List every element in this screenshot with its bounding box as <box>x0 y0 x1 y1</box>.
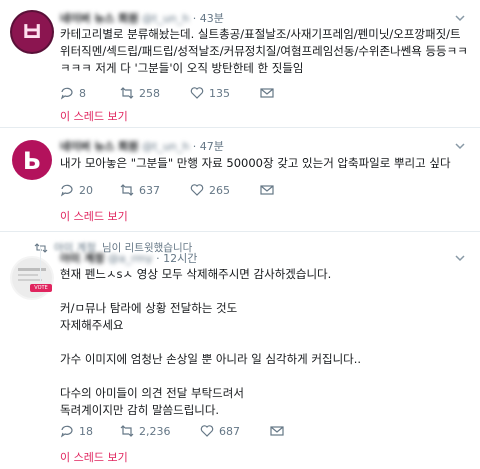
mail-icon <box>260 88 274 98</box>
user-name[interactable]: 네이버 뉴스 회원 <box>60 12 139 25</box>
timestamp[interactable]: · 47분 <box>193 140 224 153</box>
tweet-3[interactable]: 아미 계정 님이 리트윗했습니다 아미 계정 @a_rmy · 12시간 현재 … <box>0 232 480 469</box>
retweet-icon <box>120 87 134 99</box>
heart-icon <box>200 425 214 437</box>
reply-button[interactable]: 20 <box>60 183 93 197</box>
tweet-header: 네이버 뉴스 회원 @t_un_h · 43분 <box>60 10 224 26</box>
retweet-button[interactable]: 2,236 <box>120 424 171 438</box>
like-count: 265 <box>209 183 230 197</box>
heart-icon <box>190 184 204 196</box>
tweet-actions: 18 2,236 687 <box>60 424 360 440</box>
chevron-down-icon[interactable] <box>454 140 466 152</box>
tweet-text: 카테고리별로 분류해놨는데. 실트총공/표절날조/사재기프레임/펜미닛/오프깡패… <box>60 27 468 75</box>
like-count: 687 <box>219 424 240 438</box>
user-handle: @t_un_h <box>142 140 190 153</box>
retweet-button[interactable]: 637 <box>120 183 160 197</box>
retweet-button[interactable]: 258 <box>120 86 160 100</box>
reply-icon <box>60 87 73 100</box>
show-thread-link[interactable]: 이 스레드 보기 <box>60 449 128 465</box>
reply-icon <box>60 425 73 438</box>
chevron-down-icon[interactable] <box>454 252 466 264</box>
avatar[interactable] <box>10 256 54 300</box>
show-thread-link[interactable]: 이 스레드 보기 <box>60 208 128 224</box>
user-name[interactable]: 아미 계정 <box>60 252 104 265</box>
dm-button[interactable] <box>260 183 274 197</box>
user-handle: @t_un_h <box>142 12 190 25</box>
user-handle: @a_rmy <box>107 252 153 265</box>
tweet-header: 아미 계정 @a_rmy · 12시간 <box>60 250 197 266</box>
svg-text:ㅂ: ㅂ <box>20 18 44 48</box>
avatar[interactable]: Ь <box>10 138 54 182</box>
dm-button[interactable] <box>260 86 274 100</box>
tweet-1[interactable]: ㅂ 네이버 뉴스 회원 @t_un_h · 43분 카테고리별로 분류해놨는데.… <box>0 0 480 128</box>
reply-count: 8 <box>79 86 86 100</box>
user-name[interactable]: 네이버 뉴스 회원 <box>60 140 139 153</box>
retweet-count: 637 <box>139 183 160 197</box>
reply-button[interactable]: 8 <box>60 86 86 100</box>
like-count: 135 <box>209 86 230 100</box>
show-thread-link[interactable]: 이 스레드 보기 <box>60 108 128 124</box>
tweet-actions: 8 258 135 <box>60 86 360 102</box>
reply-count: 18 <box>79 424 93 438</box>
avatar[interactable]: ㅂ <box>10 10 54 54</box>
tweet-text: 현재 펜느ㅅsㅅ 영상 모두 삭제해주시면 감사하겠습니다. 커/ㅁ뮤나 탐라에… <box>60 267 362 417</box>
reply-button[interactable]: 18 <box>60 424 93 438</box>
timestamp[interactable]: · 43분 <box>193 12 224 25</box>
heart-icon <box>190 87 204 99</box>
tweet-text: 내가 모아놓은 "그분들" 만행 자료 50000장 갖고 있는거 압축파일로 … <box>60 156 451 170</box>
retweet-icon <box>120 184 134 196</box>
like-button[interactable]: 687 <box>200 424 240 438</box>
reply-icon <box>60 184 73 197</box>
mail-icon <box>270 426 284 436</box>
reply-count: 20 <box>79 183 93 197</box>
svg-text:Ь: Ь <box>23 147 41 175</box>
like-button[interactable]: 135 <box>190 86 230 100</box>
mail-icon <box>260 185 274 195</box>
chevron-down-icon[interactable] <box>454 12 466 24</box>
retweet-icon <box>34 242 48 253</box>
tweet-actions: 20 637 265 <box>60 183 360 199</box>
thread-connector <box>40 247 41 287</box>
dm-button[interactable] <box>270 424 284 438</box>
retweet-count: 2,236 <box>139 424 171 438</box>
tweet-2[interactable]: Ь 네이버 뉴스 회원 @t_un_h · 47분 내가 모아놓은 "그분들" … <box>0 128 480 232</box>
retweet-count: 258 <box>139 86 160 100</box>
timestamp[interactable]: · 12시간 <box>156 252 197 265</box>
tweet-header: 네이버 뉴스 회원 @t_un_h · 47분 <box>60 138 224 154</box>
like-button[interactable]: 265 <box>190 183 230 197</box>
retweet-icon <box>120 425 134 437</box>
vote-badge: VOTE <box>30 284 52 292</box>
